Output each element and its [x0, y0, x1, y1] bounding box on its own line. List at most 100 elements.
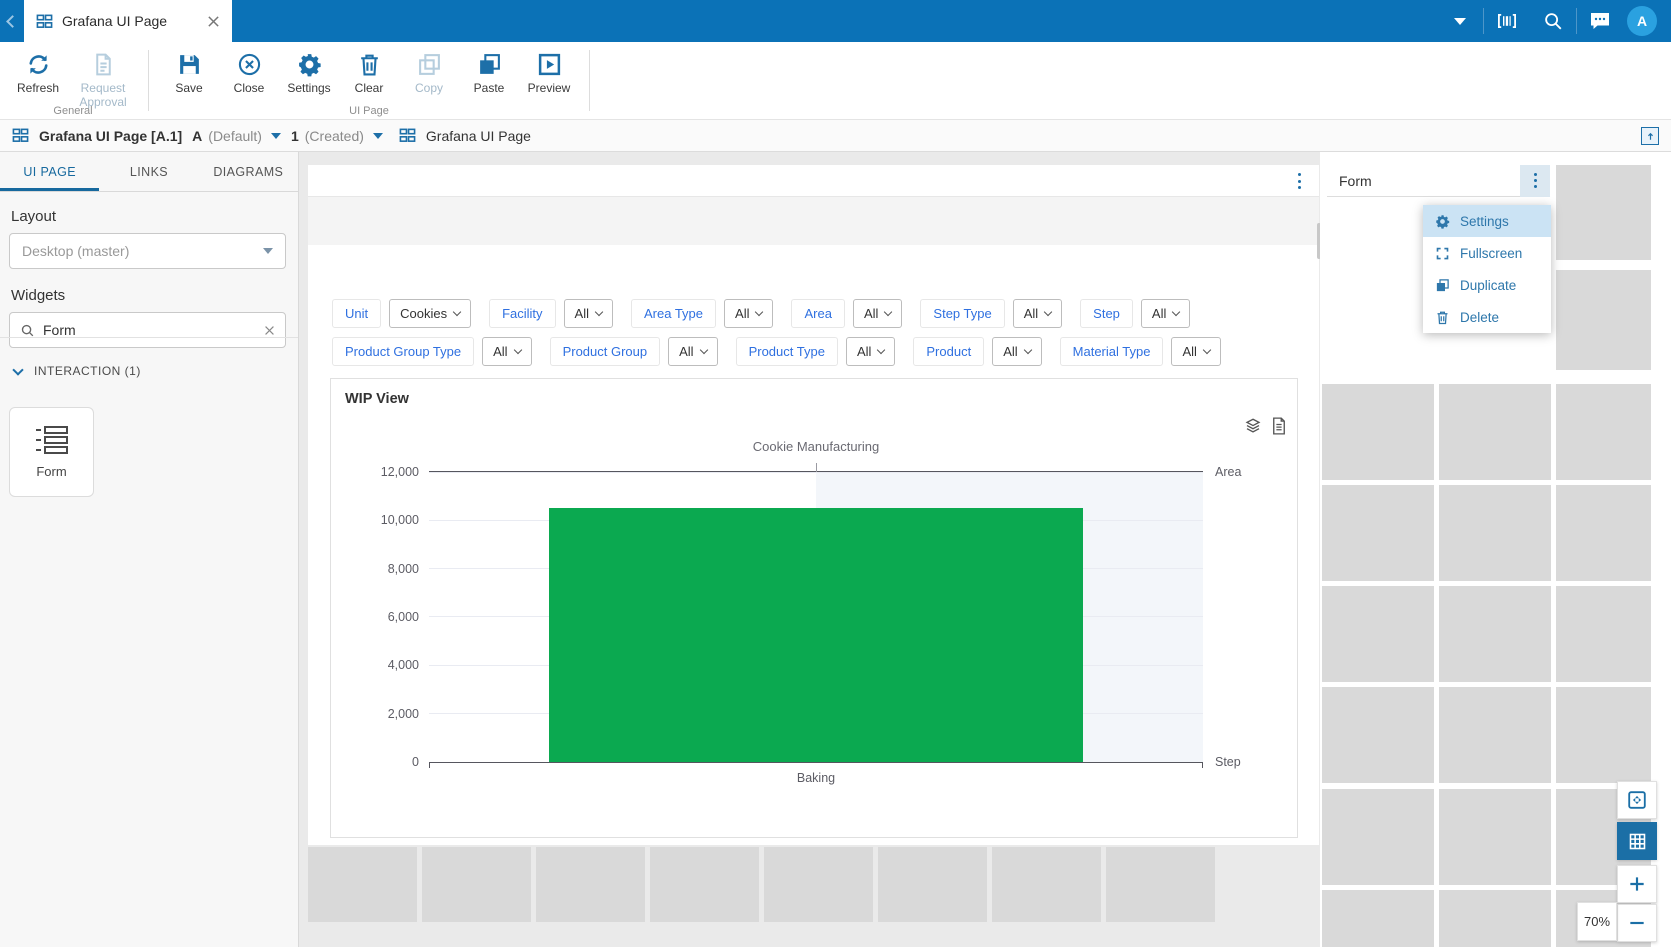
grid-cell — [422, 847, 531, 922]
filter-label-chip[interactable]: Step — [1080, 299, 1133, 328]
refresh-button[interactable]: Refresh — [8, 50, 68, 96]
menu-item-fullscreen[interactable]: Fullscreen — [1423, 237, 1551, 269]
breadcrumb: Grafana UI Page [A.1] A (Default) 1 (Cre… — [0, 120, 1671, 152]
ui-page-canvas[interactable]: Unit Cookies Facility All Area Type All — [308, 165, 1319, 845]
filter-label-chip[interactable]: Step Type — [920, 299, 1004, 328]
sidebar-tab[interactable]: LINKS — [99, 152, 198, 191]
x-axis-tick — [1202, 762, 1203, 768]
filter-value-dropdown[interactable]: All — [564, 299, 613, 328]
filter-pair: Product Type All — [736, 337, 896, 366]
zoom-in-button[interactable] — [1617, 865, 1657, 903]
interaction-section-header[interactable]: INTERACTION (1) — [14, 364, 298, 378]
zoom-out-button[interactable] — [1617, 904, 1657, 942]
toggle-grid-button[interactable] — [1617, 822, 1657, 860]
filter-value-dropdown[interactable]: All — [724, 299, 773, 328]
filter-value-dropdown[interactable]: All — [992, 337, 1041, 366]
barcode-scan-icon[interactable] — [1484, 0, 1530, 42]
layers-stack-icon[interactable] — [1244, 417, 1262, 435]
filter-value-dropdown[interactable]: All — [1171, 337, 1220, 366]
filter-pair: Product Group All — [550, 337, 718, 366]
trash-icon — [357, 52, 382, 77]
settings-button[interactable]: Settings — [279, 50, 339, 96]
open-in-new-icon[interactable] — [1641, 127, 1659, 145]
revision-selector[interactable]: A (Default) — [192, 128, 281, 144]
preview-button[interactable]: Preview — [519, 50, 579, 96]
page-tab[interactable]: Grafana UI Page — [24, 0, 232, 42]
wip-bar[interactable] — [549, 508, 1083, 762]
filter-value: All — [857, 344, 871, 359]
button-label: Copy — [415, 82, 443, 96]
close-button[interactable]: Close — [219, 50, 279, 96]
menu-item-delete[interactable]: Delete — [1423, 301, 1551, 333]
menu-item-label: Delete — [1460, 310, 1499, 325]
grid-cell — [1322, 789, 1434, 885]
button-label: Settings — [287, 82, 330, 96]
tab-label: UI PAGE — [23, 165, 76, 179]
y-axis-tick-label: 4,000 — [388, 658, 419, 672]
grid-cell — [1556, 270, 1651, 370]
revision-value: A — [192, 128, 202, 144]
filter-label-chip[interactable]: Area Type — [631, 299, 716, 328]
gear-icon — [1435, 214, 1450, 229]
design-canvas: Unit Cookies Facility All Area Type All — [299, 152, 1671, 947]
filter-value: All — [575, 306, 589, 321]
search-icon[interactable] — [1530, 0, 1576, 42]
filter-value-dropdown[interactable]: All — [846, 337, 895, 366]
copy-button[interactable]: Copy — [399, 50, 459, 96]
clear-button[interactable]: Clear — [339, 50, 399, 96]
filter-pair: Step All — [1080, 299, 1190, 328]
filter-label-chip[interactable]: Area — [791, 299, 844, 328]
filter-label-chip[interactable]: Product Group — [550, 337, 661, 366]
filter-value-dropdown[interactable]: All — [1141, 299, 1190, 328]
app-window: Grafana UI Page A — [0, 0, 1671, 947]
clear-search-icon[interactable] — [264, 325, 275, 336]
menu-item-duplicate[interactable]: Duplicate — [1423, 269, 1551, 301]
form-menu-button[interactable] — [1520, 165, 1550, 197]
chevron-down-icon — [263, 248, 273, 254]
grid-cell — [1556, 165, 1651, 260]
filter-value-dropdown[interactable]: Cookies — [389, 299, 471, 328]
grid-cell — [650, 847, 759, 922]
filter-value-dropdown[interactable]: All — [668, 337, 717, 366]
layout-grid-icon — [36, 13, 53, 30]
widget-card-label: Form — [36, 464, 66, 479]
fit-to-screen-button[interactable] — [1617, 781, 1657, 819]
page-menu-kebab-icon[interactable] — [1289, 171, 1309, 191]
y-axis-tick-label: 12,000 — [381, 465, 419, 479]
menu-item-settings[interactable]: Settings — [1423, 205, 1551, 237]
filter-label-chip[interactable]: Product — [913, 337, 984, 366]
filter-label-chip[interactable]: Unit — [332, 299, 381, 328]
filter-value-dropdown[interactable]: All — [1013, 299, 1062, 328]
filter-label-chip[interactable]: Facility — [489, 299, 555, 328]
back-chevron-icon[interactable] — [0, 0, 24, 42]
grid-cell — [1322, 586, 1434, 682]
filter-label-chip[interactable]: Product Group Type — [332, 337, 474, 366]
sidebar-tab[interactable]: DIAGRAMS — [199, 152, 298, 191]
grid-cell — [1322, 384, 1434, 480]
more-dropdown-icon[interactable] — [1437, 0, 1483, 42]
right-axis-label-step: Step — [1215, 755, 1241, 769]
version-selector[interactable]: 1 (Created) — [291, 128, 383, 144]
chevron-down-icon — [755, 308, 763, 316]
form-widget-card[interactable]: Form — [9, 407, 94, 497]
filter-pair: Facility All — [489, 299, 613, 328]
right-axis-label-area: Area — [1215, 465, 1241, 479]
sidebar-tab[interactable]: UI PAGE — [0, 152, 99, 191]
request-approval-button[interactable]: Request Approval — [68, 50, 138, 110]
report-document-icon[interactable] — [1271, 417, 1287, 435]
filter-value-dropdown[interactable]: All — [482, 337, 531, 366]
y-axis-tick-label: 6,000 — [388, 610, 419, 624]
paste-button[interactable]: Paste — [459, 50, 519, 96]
filter-label-chip[interactable]: Material Type — [1060, 337, 1164, 366]
layout-select[interactable]: Desktop (master) — [9, 233, 286, 269]
save-icon — [177, 52, 202, 77]
filter-pair: Product Group Type All — [332, 337, 532, 366]
tab-close-icon[interactable] — [207, 15, 220, 28]
filter-label-chip[interactable]: Product Type — [736, 337, 838, 366]
filter-value-dropdown[interactable]: All — [853, 299, 902, 328]
user-avatar[interactable]: A — [1627, 6, 1657, 36]
widget-search-input[interactable]: Form — [9, 312, 286, 348]
save-button[interactable]: Save — [159, 50, 219, 96]
divider — [0, 337, 298, 338]
chat-icon[interactable] — [1577, 0, 1623, 42]
